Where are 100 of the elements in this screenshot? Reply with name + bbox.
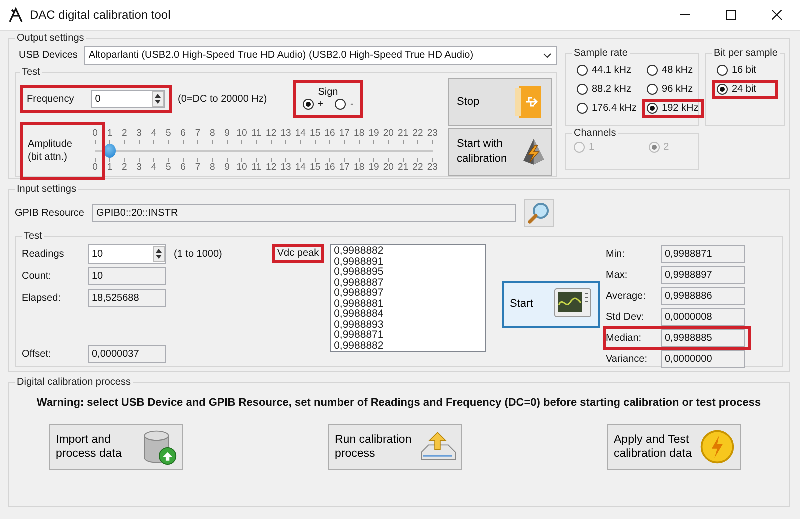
search-button[interactable]	[524, 199, 554, 227]
radio-button[interactable]: 88.2 kHz	[575, 83, 640, 96]
list-item: 0,9988881	[334, 298, 385, 309]
stat-value-field: 0,9988885	[661, 329, 745, 347]
list-item: 0,9988871	[334, 330, 385, 340]
chevron-down-icon	[543, 52, 552, 58]
tick-label: 11	[250, 162, 263, 174]
tick-label: 19	[368, 162, 380, 174]
radio-button[interactable]: 44.1 kHz	[575, 64, 640, 77]
radio-button[interactable]: 24 bit	[715, 83, 775, 96]
radio-button[interactable]: 192 kHz	[645, 102, 701, 115]
list-item: 0,9988893	[334, 320, 385, 330]
stat-value-field: 0,0000008	[661, 308, 745, 326]
list-item: 0,9988891	[334, 256, 385, 267]
field-label: Std Dev:	[606, 312, 646, 322]
range-hint: (1 to 1000)	[173, 248, 222, 260]
field-label: GPIB Resource	[15, 208, 84, 218]
tick-label: 22	[412, 162, 424, 174]
radio-button[interactable]: 16 bit	[715, 64, 775, 77]
radio-button[interactable]: -	[333, 98, 356, 111]
readings-field[interactable]: 10	[88, 244, 166, 264]
slider-thumb[interactable]	[104, 144, 116, 158]
tick-label: 6	[180, 128, 187, 140]
radio-button[interactable]: 176.4 kHz	[575, 102, 640, 115]
list-item: 0,9988882	[334, 246, 385, 256]
elapsed-field: 18,525688	[88, 289, 166, 307]
app-logo-icon	[8, 7, 24, 23]
range-hint: (0=DC to 20000 Hz)	[178, 94, 268, 104]
group-title: Test	[23, 231, 44, 242]
action-button[interactable]: Stop	[448, 78, 552, 126]
count-field: 10	[88, 267, 166, 285]
tick-label: 12	[265, 128, 278, 140]
warning-text: Warning: select USB Device and GPIB Resource, set number of Readings and Frequency (DC=0) before starting calibration or test process	[36, 396, 762, 410]
frequency-field[interactable]: 0	[91, 90, 165, 108]
field-label: Amplitude (bit attn.)	[27, 138, 74, 164]
field-label: Count:	[22, 270, 52, 282]
tick-label: 4	[150, 162, 158, 174]
tick-label: 23	[426, 128, 439, 140]
gpib-resource-field[interactable]: GPIB0::20::INSTR	[92, 204, 516, 222]
window-title: DAC digital calibration tool	[30, 8, 171, 22]
tick-label: 5	[165, 128, 172, 140]
tick-label: 1	[106, 162, 114, 174]
list-item: 0,9988887	[334, 278, 385, 288]
list-item: 0,9988884	[334, 309, 385, 320]
field-label: Readings	[22, 248, 66, 260]
tick-label: 8	[209, 162, 216, 174]
tick-label: 21	[397, 162, 410, 174]
tick-label: 20	[382, 162, 395, 174]
tick-label: 12	[265, 162, 278, 174]
tick-label: 13	[280, 128, 292, 140]
field-label: Elapsed:	[22, 292, 62, 304]
action-button[interactable]: Apply and Test calibration data	[607, 424, 741, 470]
readings-list[interactable]: 0,9988882 0,9988891 0,9988895 0,9988887 0,9988897 0,9988881 0,9988884 0,9988893 0,9988871 0,9988882	[330, 244, 486, 352]
usb-devices-dropdown[interactable]: Altoparlanti (USB2.0 High-Speed True HD Audio) (USB2.0 High-Speed True HD Audio)	[84, 46, 557, 65]
tick-label: 21	[397, 128, 410, 140]
offset-field: 0,0000037	[88, 345, 166, 363]
tick-label: 7	[194, 128, 202, 140]
start-button[interactable]: Start	[502, 280, 600, 328]
tick-label: 14	[294, 128, 307, 140]
close-icon	[772, 10, 782, 20]
group-title: Input settings	[16, 184, 78, 195]
list-item: 0,9988897	[334, 288, 385, 298]
tick-label: 17	[338, 162, 351, 174]
maximize-icon	[726, 10, 736, 20]
tick-label: 7	[194, 162, 202, 174]
field-label: Frequency	[27, 94, 76, 104]
tick-label: 16	[324, 162, 336, 174]
radio-button[interactable]: +	[300, 98, 326, 111]
action-button[interactable]: Import and process data	[49, 424, 183, 470]
group-title: Channels	[573, 128, 618, 139]
spin-arrows-icon[interactable]	[152, 91, 164, 107]
tick-label: 14	[294, 162, 307, 174]
radio-button[interactable]: 96 kHz	[645, 83, 701, 96]
field-label: Offset:	[22, 348, 52, 360]
spin-arrows-icon[interactable]	[153, 246, 165, 262]
tick-label: 22	[412, 128, 424, 140]
tick-label: 9	[224, 162, 231, 174]
field-label: Average:	[606, 290, 647, 302]
action-button[interactable]: Start with calibration	[448, 128, 552, 176]
tick-label: 1	[106, 128, 114, 140]
tick-label: 5	[165, 162, 172, 174]
field-label: USB Devices	[19, 50, 78, 61]
tick-label: 2	[121, 128, 128, 140]
tick-label: 2	[121, 162, 128, 174]
tick-label: 0	[92, 162, 99, 174]
tick-label: 18	[353, 128, 366, 140]
amplitude-slider[interactable]	[95, 144, 433, 158]
tick-label: 17	[338, 128, 351, 140]
radio-button[interactable]: 48 kHz	[645, 64, 701, 77]
list-item: 0,9988882	[334, 340, 385, 351]
stat-value-field: 0,0000000	[661, 350, 745, 368]
tick-label: 0	[92, 128, 99, 140]
stat-value-field: 0,9988871	[661, 245, 745, 263]
action-button[interactable]: Run calibration process	[328, 424, 462, 470]
tick-label: 11	[250, 128, 263, 140]
tick-label: 3	[136, 162, 143, 174]
unit-label: Vdc peak	[272, 244, 324, 263]
tick-label: 9	[224, 128, 231, 140]
tick-label: 4	[150, 128, 158, 140]
tick-label: 3	[136, 128, 143, 140]
